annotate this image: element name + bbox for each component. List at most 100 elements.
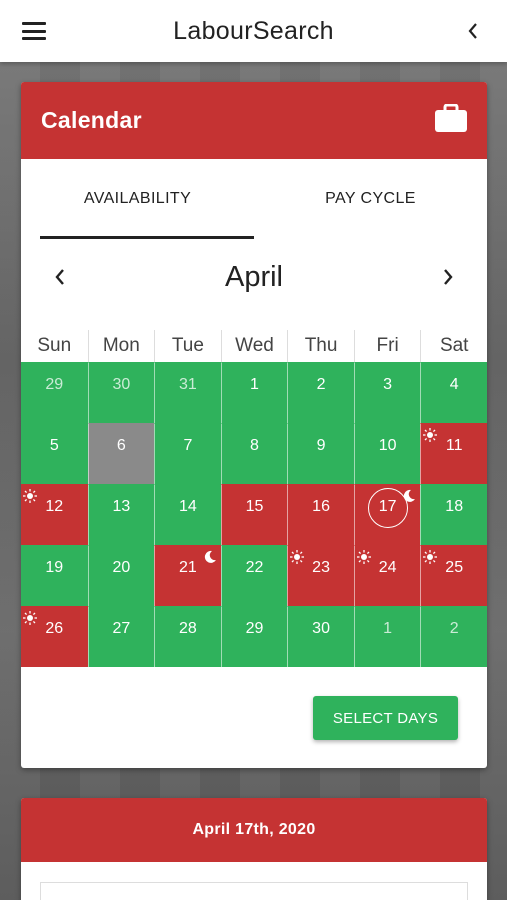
- day-number: 29: [245, 620, 264, 637]
- day-number: 16: [312, 498, 330, 515]
- day-number: 24: [378, 559, 397, 576]
- briefcase-icon[interactable]: [435, 103, 467, 137]
- day-number: 17: [378, 498, 397, 515]
- day-number: 20: [112, 559, 131, 576]
- day-number: 4: [449, 376, 459, 393]
- calendar-card-title: Calendar: [41, 107, 142, 133]
- calendar-day-cell[interactable]: 28: [154, 606, 221, 667]
- calendar-day-cell[interactable]: 9: [287, 423, 354, 484]
- calendar-day-cell[interactable]: 11: [420, 423, 487, 484]
- day-number: 7: [183, 437, 193, 454]
- day-detail-title: April 17th, 2020: [21, 798, 487, 862]
- day-number: 6: [116, 437, 126, 454]
- sun-icon: [23, 611, 37, 625]
- day-detail-content: [40, 882, 468, 900]
- weekday-label: Sat: [420, 330, 487, 362]
- prev-month-chevron-left-icon[interactable]: [47, 264, 73, 290]
- calendar-day-cell[interactable]: 10: [353, 423, 421, 484]
- calendar-card-header: Calendar: [21, 82, 487, 159]
- calendar-day-cell[interactable]: 1: [220, 362, 288, 423]
- day-number: 23: [312, 559, 330, 576]
- calendar-day-cell[interactable]: 16: [287, 484, 354, 545]
- calendar-day-cell[interactable]: 17: [353, 484, 421, 545]
- calendar-tabs: AVAILABILITY PAY CYCLE: [21, 159, 487, 239]
- select-days-button[interactable]: SELECT DAYS: [313, 696, 458, 740]
- hamburger-menu-icon[interactable]: [22, 22, 46, 40]
- calendar-day-cell[interactable]: 2: [287, 362, 354, 423]
- day-number: 2: [316, 376, 326, 393]
- moon-icon: [402, 489, 416, 503]
- next-month-chevron-right-icon[interactable]: [435, 264, 461, 290]
- day-number: 10: [378, 437, 397, 454]
- calendar-card: Calendar AVAILABILITY PAY CYCLE April Su…: [21, 82, 487, 768]
- month-label: April: [224, 260, 283, 293]
- chevron-left-icon[interactable]: [461, 19, 485, 43]
- day-number: 1: [383, 620, 393, 637]
- calendar-day-cell[interactable]: 30: [287, 606, 354, 667]
- calendar-day-cell[interactable]: 27: [87, 606, 155, 667]
- calendar-day-cell[interactable]: 4: [420, 362, 487, 423]
- calendar-day-cell[interactable]: 23: [287, 545, 354, 606]
- weekday-label: Wed: [220, 330, 288, 362]
- calendar-day-cell[interactable]: 8: [220, 423, 288, 484]
- sun-icon: [356, 550, 371, 564]
- calendar-day-cell[interactable]: 31: [154, 362, 221, 423]
- calendar-day-cell[interactable]: 6: [87, 423, 155, 484]
- sun-icon: [23, 489, 37, 503]
- day-number: 25: [445, 559, 464, 576]
- calendar-day-cell[interactable]: 5: [21, 423, 88, 484]
- day-number: 30: [112, 376, 131, 393]
- app-title: LabourSearch: [173, 16, 334, 45]
- calendar-day-cell[interactable]: 18: [420, 484, 487, 545]
- day-number: 13: [112, 498, 131, 515]
- day-number: 19: [45, 559, 64, 576]
- day-number: 5: [49, 437, 59, 454]
- weekday-header: Sun Mon Tue Wed Thu Fri Sat: [21, 330, 487, 362]
- month-navigator: April: [21, 252, 487, 302]
- day-number: 29: [45, 376, 64, 393]
- calendar-day-cell[interactable]: 24: [353, 545, 421, 606]
- day-number: 27: [112, 620, 131, 637]
- tab-availability[interactable]: AVAILABILITY: [21, 159, 254, 239]
- weekday-label: Fri: [353, 330, 421, 362]
- calendar-day-cell[interactable]: 22: [220, 545, 288, 606]
- calendar-day-cell[interactable]: 3: [353, 362, 421, 423]
- day-number: 30: [312, 620, 330, 637]
- day-number: 2: [449, 620, 459, 637]
- calendar-day-cell[interactable]: 1: [353, 606, 421, 667]
- day-number: 21: [179, 559, 197, 576]
- day-number: 3: [383, 376, 393, 393]
- weekday-label: Sun: [37, 335, 72, 356]
- weekday-label: Mon: [87, 330, 155, 362]
- calendar-day-cell[interactable]: 13: [87, 484, 155, 545]
- calendar-day-cell[interactable]: 21: [154, 545, 221, 606]
- sun-icon: [290, 550, 305, 564]
- calendar-day-cell[interactable]: 12: [21, 484, 88, 545]
- calendar-day-grid: 29 30 31 1 2 3 4 5 6 7 8 9 10 11 12 13 14 15 16 17 18 19 20 21 2…: [21, 362, 487, 667]
- day-detail-card: April 17th, 2020: [21, 798, 487, 900]
- calendar-day-cell[interactable]: 19: [21, 545, 88, 606]
- day-number: 14: [179, 498, 197, 515]
- calendar-day-cell[interactable]: 7: [154, 423, 221, 484]
- day-number: 9: [316, 437, 326, 454]
- tab-pay-cycle[interactable]: PAY CYCLE: [254, 159, 487, 239]
- day-number: 18: [445, 498, 464, 515]
- calendar-day-cell[interactable]: 20: [87, 545, 155, 606]
- day-number: 12: [45, 498, 64, 515]
- calendar-day-cell[interactable]: 15: [220, 484, 288, 545]
- calendar-day-cell[interactable]: 2: [420, 606, 487, 667]
- moon-icon: [203, 550, 217, 564]
- sun-icon: [423, 428, 438, 442]
- calendar-day-cell[interactable]: 29: [220, 606, 288, 667]
- calendar-day-cell[interactable]: 14: [154, 484, 221, 545]
- calendar-day-cell[interactable]: 29: [21, 362, 88, 423]
- day-number: 31: [179, 376, 197, 393]
- calendar-day-cell[interactable]: 26: [21, 606, 88, 667]
- weekday-label: Thu: [287, 330, 354, 362]
- calendar-day-cell[interactable]: 30: [87, 362, 155, 423]
- day-number: 11: [445, 437, 463, 454]
- calendar-day-cell[interactable]: 25: [420, 545, 487, 606]
- day-number: 8: [250, 437, 259, 454]
- day-number: 15: [245, 498, 264, 515]
- weekday-label: Tue: [154, 330, 221, 362]
